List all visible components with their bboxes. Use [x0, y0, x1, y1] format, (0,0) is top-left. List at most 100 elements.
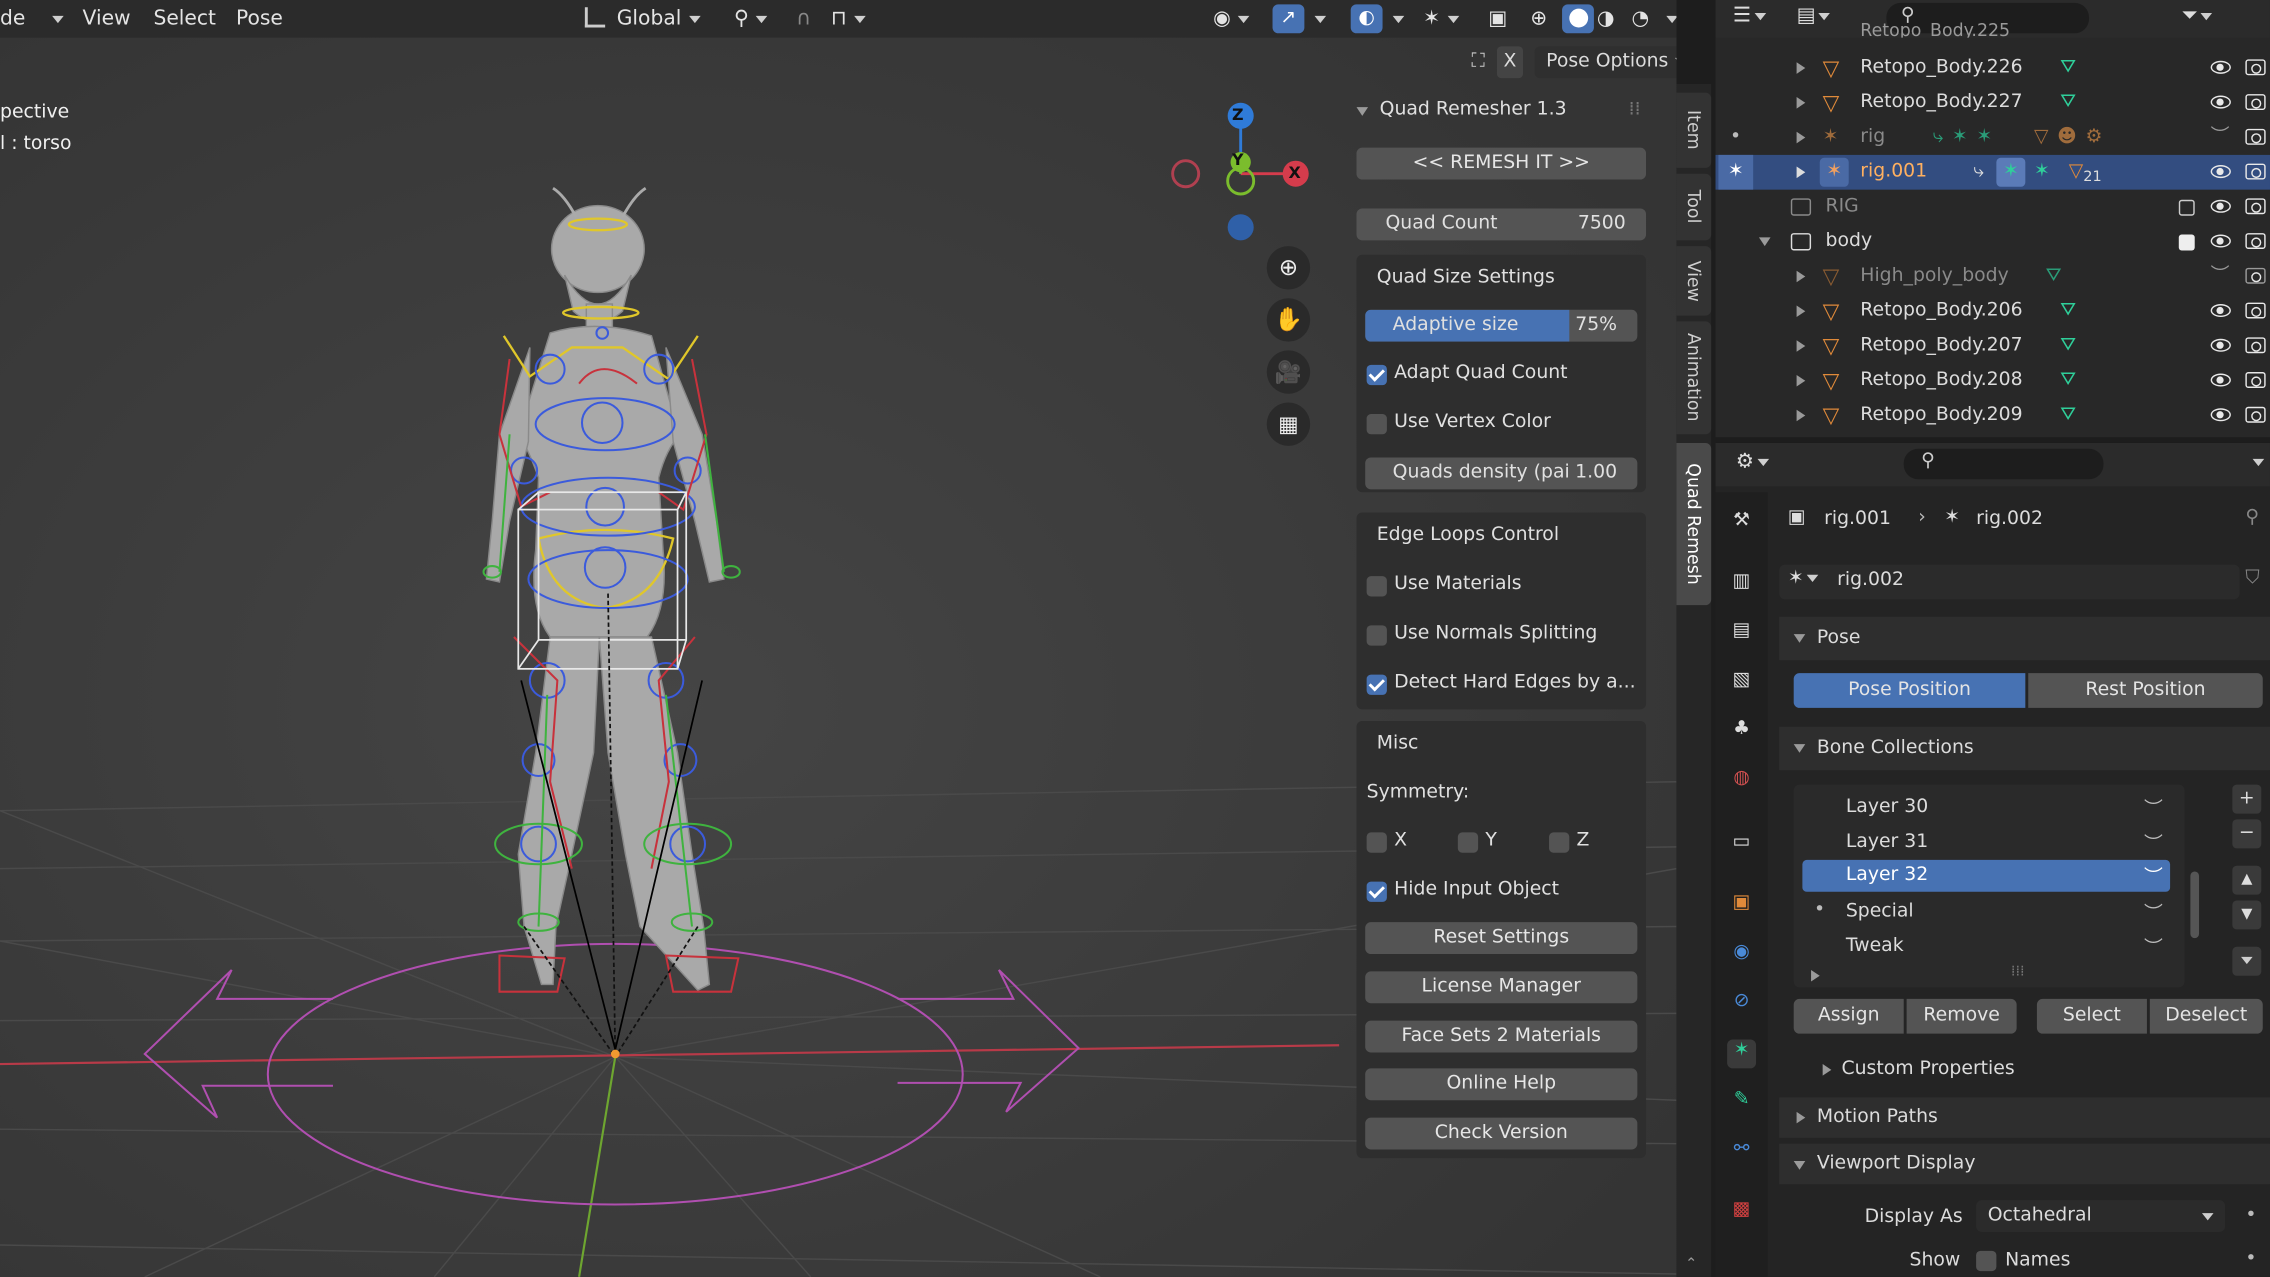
render-camera-icon[interactable] [2245, 372, 2266, 388]
pivot-point-dropdown[interactable]: ⚲ [734, 0, 768, 38]
pose-mode-icon[interactable]: ✶ [1718, 154, 1754, 190]
visibility-eye-icon[interactable] [2210, 408, 2231, 422]
visibility-dropdown[interactable]: ◉ [1213, 0, 1250, 38]
list-item[interactable]: Layer 30 ︶ [1799, 790, 2170, 825]
visibility-eye-icon[interactable] [2210, 165, 2231, 179]
symmetry-y-checkbox[interactable] [1457, 832, 1479, 853]
drag-handle-icon[interactable]: ⁞⁞ [1629, 98, 1641, 120]
datablock-selector[interactable]: ✶ rig.002 [1779, 564, 2240, 600]
viewport-display-header[interactable]: Viewport Display [1779, 1143, 2270, 1185]
render-camera-icon[interactable] [2245, 163, 2266, 180]
visibility-eye-icon[interactable] [2210, 234, 2231, 248]
object-tab-icon[interactable]: ▣ [1727, 892, 1756, 921]
visibility-eye-icon[interactable] [2210, 304, 2231, 318]
bone-constraints-tab-icon[interactable]: ⚯ [1727, 1138, 1756, 1167]
menu-view[interactable]: View [83, 0, 131, 38]
include-checkbox[interactable] [2178, 234, 2195, 251]
quad-count-field[interactable]: Quad Count 7500 [1356, 208, 1647, 241]
keyframe-dot-icon[interactable]: • [2245, 1204, 2256, 1226]
editor-type-icon[interactable]: ⚙ [1736, 450, 1769, 473]
mode-selector[interactable]: de [0, 0, 63, 38]
add-collection-button[interactable]: + [2232, 784, 2262, 814]
visibility-eye-icon[interactable] [2210, 338, 2231, 352]
motion-paths-header[interactable]: Motion Paths [1779, 1097, 2270, 1138]
outliner-row-body-collection[interactable]: body [1716, 224, 2270, 259]
bone-tab-icon[interactable]: ✎ [1727, 1089, 1756, 1118]
perspective-grid-icon[interactable]: ▦ [1266, 402, 1311, 446]
properties-search-input[interactable]: ⚲ [1903, 448, 2104, 480]
render-camera-icon[interactable] [2245, 198, 2266, 215]
tab-animation[interactable]: Animation [1676, 321, 1712, 435]
collapse-chevron-icon[interactable]: ⌃ [1685, 1257, 1702, 1273]
license-manager-button[interactable]: License Manager [1365, 971, 1638, 1004]
outliner-row-retopo-207[interactable]: ▽ Retopo_Body.207 ⛛ [1716, 329, 2270, 364]
menu-select[interactable]: Select [153, 0, 216, 38]
outliner-row-rig[interactable]: • ✶ rig ⤷✶✶ ▽☻⚙ ︶ [1716, 120, 2270, 155]
outliner-row-retopo-209[interactable]: ▽ Retopo_Body.209 ⛛ [1716, 398, 2270, 433]
tab-item[interactable]: Item [1676, 92, 1712, 168]
shading-material[interactable]: ◑ [1597, 0, 1615, 38]
face-sets-materials-button[interactable]: Face Sets 2 Materials [1365, 1020, 1638, 1053]
gizmo-toggle[interactable]: ↗ [1272, 4, 1305, 34]
list-item[interactable]: Tweak ︶ [1799, 929, 2170, 964]
visibility-eye-icon[interactable] [2210, 60, 2231, 74]
tab-quad-remesh[interactable]: Quad Remesh [1676, 442, 1712, 606]
bone-collections-header[interactable]: Bone Collections [1779, 726, 2270, 771]
symmetry-x-checkbox[interactable] [1366, 832, 1387, 853]
snap-target-dropdown[interactable]: ⊓ [831, 0, 866, 38]
remesh-button[interactable]: << REMESH IT >> [1356, 147, 1647, 180]
list-item[interactable]: • Special ︶ [1799, 895, 2170, 930]
scene-tab-icon[interactable]: ♣ [1727, 718, 1756, 747]
visibility-toggle-icon[interactable]: ︶ [2144, 793, 2163, 821]
use-normals-splitting-checkbox[interactable] [1366, 625, 1387, 646]
list-scrollbar[interactable] [2190, 871, 2200, 939]
custom-properties-subpanel[interactable]: Custom Properties [1802, 1051, 2236, 1089]
list-item[interactable]: Layer 31 ︶ [1799, 825, 2170, 860]
render-camera-icon[interactable] [2245, 128, 2266, 145]
outliner-row-rig-001[interactable]: ✶ ✶ rig.001 ⤷ ✶ ✶ ▽ 21 [1715, 154, 2270, 190]
constraints-tab-icon[interactable]: ⊘ [1727, 990, 1756, 1019]
render-camera-icon[interactable] [2245, 337, 2266, 354]
move-up-button[interactable]: ▲ [2232, 865, 2262, 895]
use-vertex-color-checkbox[interactable] [1366, 414, 1387, 435]
bone-overlay-toggle[interactable]: ✶ [1423, 0, 1459, 38]
overlays-dropdown[interactable] [1385, 0, 1405, 38]
hidden-eye-icon[interactable]: ︶ [2211, 120, 2230, 155]
exclude-checkbox[interactable] [2178, 199, 2195, 216]
pose-options-dropdown[interactable]: Pose Options [1534, 46, 1677, 79]
render-tab-icon[interactable]: ▥ [1727, 570, 1756, 599]
xray-toggle[interactable]: ▣ [1488, 0, 1507, 38]
rest-position-button[interactable]: Rest Position [2028, 673, 2263, 708]
shading-wireframe[interactable]: ⊕ [1530, 0, 1547, 38]
visibility-toggle-icon[interactable]: ︶ [2144, 932, 2163, 960]
reset-settings-button[interactable]: Reset Settings [1365, 922, 1638, 955]
shading-rendered[interactable]: ◔ [1632, 0, 1650, 38]
zoom-icon[interactable]: ⊕ [1266, 246, 1311, 290]
pan-hand-icon[interactable]: ✋ [1266, 298, 1311, 342]
shading-dropdown[interactable] [1659, 0, 1677, 38]
view-layer-tab-icon[interactable]: ▧ [1727, 669, 1756, 698]
use-materials-checkbox[interactable] [1366, 576, 1387, 597]
x-mirror-toggle[interactable]: X [1496, 46, 1523, 79]
detect-hard-edges-checkbox[interactable] [1366, 674, 1387, 695]
resize-handle-icon[interactable]: ⁞⁞⁞ [2011, 964, 2025, 980]
specials-menu-button[interactable] [2232, 946, 2262, 976]
check-version-button[interactable]: Check Version [1365, 1117, 1638, 1150]
pose-position-button[interactable]: Pose Position [1793, 673, 2026, 708]
datablock-name-input[interactable]: rig.002 [1837, 569, 1904, 591]
outliner-row-retopo-206[interactable]: ▽ Retopo_Body.206 ⛛ [1716, 294, 2270, 329]
deselect-button[interactable]: Deselect [2149, 998, 2263, 1034]
hide-input-object-checkbox[interactable] [1366, 881, 1387, 902]
render-camera-icon[interactable] [2245, 59, 2266, 76]
remove-button[interactable]: Remove [1906, 998, 2017, 1034]
pose-section-header[interactable]: Pose [1779, 616, 2270, 661]
tool-tab-icon[interactable]: ⚒ [1727, 510, 1756, 539]
display-as-dropdown[interactable]: Octahedral [1976, 1200, 2226, 1232]
menu-pose[interactable]: Pose [236, 0, 283, 38]
options-chevron-icon[interactable] [2245, 452, 2265, 474]
tab-tool[interactable]: Tool [1676, 173, 1712, 241]
fake-user-shield-icon[interactable]: ⛉ [2245, 567, 2259, 589]
assign-button[interactable]: Assign [1793, 998, 1904, 1034]
render-camera-icon[interactable] [2245, 302, 2266, 319]
armature-browse-icon[interactable]: ✶ [1788, 567, 1819, 589]
